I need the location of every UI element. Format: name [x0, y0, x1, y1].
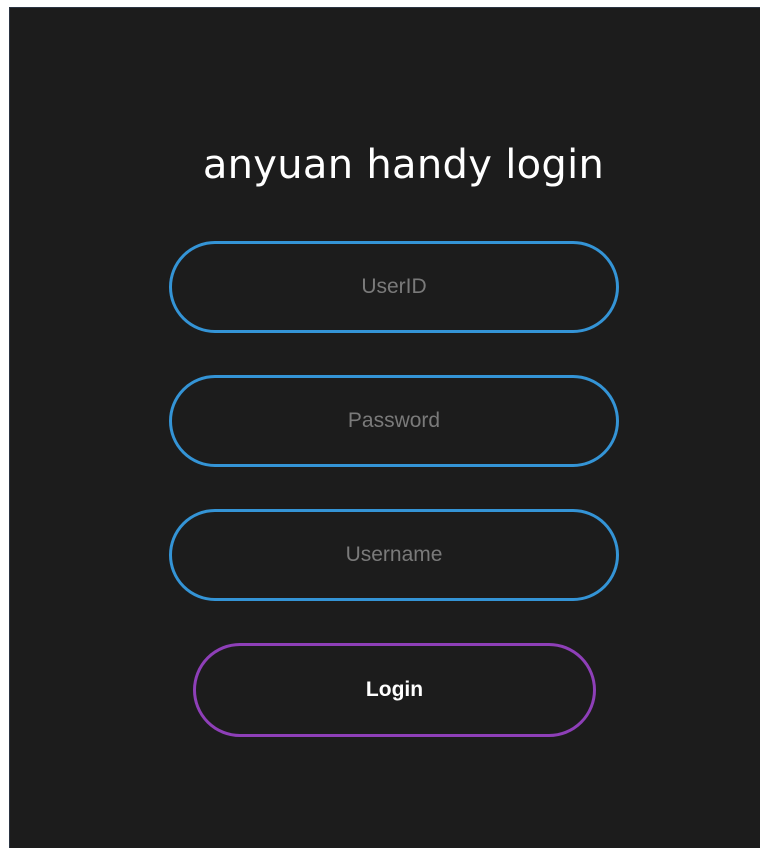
password-input[interactable] [169, 375, 619, 467]
userid-input[interactable] [169, 241, 619, 333]
username-input[interactable] [169, 509, 619, 601]
login-button[interactable]: Login [193, 643, 596, 737]
login-panel: anyuan handy login Login [9, 7, 760, 848]
page-title: anyuan handy login [202, 142, 605, 188]
